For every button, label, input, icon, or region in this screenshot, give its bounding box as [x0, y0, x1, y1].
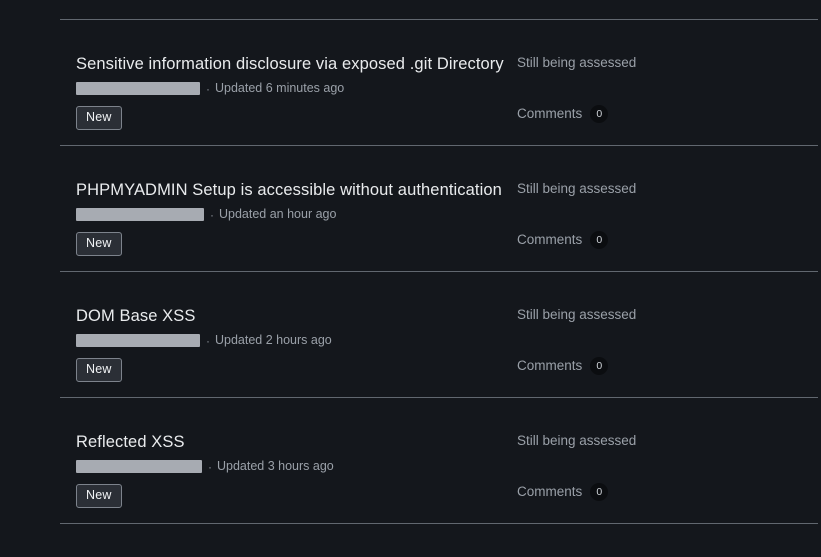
redacted-reporter-bar — [76, 334, 200, 347]
comments-label: Comments — [517, 232, 583, 247]
updated-timestamp: Updated an hour ago — [219, 207, 337, 221]
row-primary-column: DOM Base XSS · Updated 2 hours ago New — [76, 272, 332, 382]
row-secondary-column: Still being assessed Comments 0 — [517, 20, 727, 123]
updated-timestamp: Updated 2 hours ago — [215, 333, 332, 347]
comments-label: Comments — [517, 484, 583, 499]
row-content: Sensitive information disclosure via exp… — [76, 20, 745, 146]
redacted-reporter-bar — [76, 208, 204, 221]
row-primary-column: Sensitive information disclosure via exp… — [76, 20, 504, 130]
status-badge-new: New — [76, 232, 122, 256]
comments-label: Comments — [517, 106, 583, 121]
status-badge-new: New — [76, 484, 122, 508]
report-meta: · Updated an hour ago — [76, 207, 502, 222]
assessment-status: Still being assessed — [517, 433, 637, 448]
comments-count-badge: 0 — [590, 105, 609, 123]
comments-count-badge: 0 — [590, 483, 609, 501]
assessment-status: Still being assessed — [517, 307, 637, 322]
report-list: Sensitive information disclosure via exp… — [0, 0, 821, 557]
report-meta: · Updated 6 minutes ago — [76, 81, 504, 96]
assessment-status: Still being assessed — [517, 55, 637, 70]
report-title[interactable]: Sensitive information disclosure via exp… — [76, 20, 504, 74]
status-badge-new: New — [76, 106, 122, 130]
row-content: Reflected XSS · Updated 3 hours ago New … — [76, 398, 745, 524]
comments-count-badge: 0 — [590, 357, 609, 375]
meta-separator: · — [206, 81, 210, 96]
meta-separator: · — [206, 333, 210, 348]
row-primary-column: PHPMYADMIN Setup is accessible without a… — [76, 146, 502, 256]
report-title[interactable]: PHPMYADMIN Setup is accessible without a… — [76, 146, 502, 200]
row-content: DOM Base XSS · Updated 2 hours ago New S… — [76, 272, 745, 398]
updated-timestamp: Updated 3 hours ago — [217, 459, 334, 473]
report-rows-container: Sensitive information disclosure via exp… — [0, 20, 821, 524]
comments-count-badge: 0 — [590, 231, 609, 249]
row-secondary-column: Still being assessed Comments 0 — [517, 398, 727, 501]
updated-timestamp: Updated 6 minutes ago — [215, 81, 345, 95]
row-divider — [60, 523, 818, 524]
comments-group[interactable]: Comments 0 — [517, 483, 727, 501]
row-content: PHPMYADMIN Setup is accessible without a… — [76, 146, 745, 272]
row-secondary-column: Still being assessed Comments 0 — [517, 272, 727, 375]
status-badge-new: New — [76, 358, 122, 382]
report-meta: · Updated 3 hours ago — [76, 459, 334, 474]
table-row[interactable]: Sensitive information disclosure via exp… — [0, 20, 821, 146]
report-meta: · Updated 2 hours ago — [76, 333, 332, 348]
assessment-status: Still being assessed — [517, 181, 637, 196]
table-row[interactable]: DOM Base XSS · Updated 2 hours ago New S… — [0, 272, 821, 398]
row-secondary-column: Still being assessed Comments 0 — [517, 146, 727, 249]
comments-label: Comments — [517, 358, 583, 373]
row-primary-column: Reflected XSS · Updated 3 hours ago New — [76, 398, 334, 508]
table-row[interactable]: Reflected XSS · Updated 3 hours ago New … — [0, 398, 821, 524]
comments-group[interactable]: Comments 0 — [517, 231, 727, 249]
redacted-reporter-bar — [76, 460, 202, 473]
meta-separator: · — [208, 459, 212, 474]
meta-separator: · — [210, 207, 214, 222]
table-row[interactable]: PHPMYADMIN Setup is accessible without a… — [0, 146, 821, 272]
comments-group[interactable]: Comments 0 — [517, 357, 727, 375]
report-title[interactable]: Reflected XSS — [76, 398, 334, 452]
report-title[interactable]: DOM Base XSS — [76, 272, 332, 326]
redacted-reporter-bar — [76, 82, 200, 95]
comments-group[interactable]: Comments 0 — [517, 105, 727, 123]
